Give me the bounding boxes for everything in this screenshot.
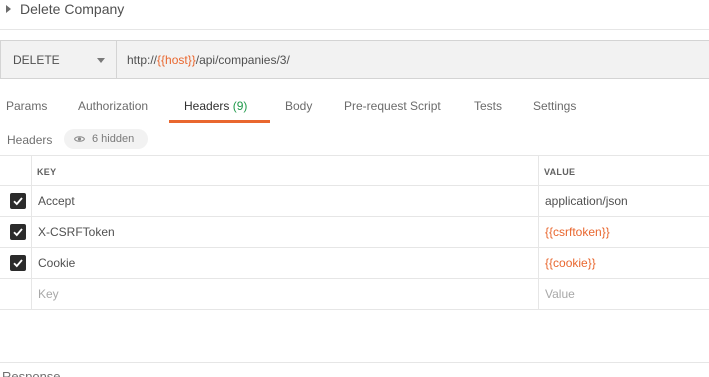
headers-section-label: Headers: [7, 133, 53, 147]
headers-subheader: Headers 6 hidden: [0, 128, 709, 152]
tab-tests[interactable]: Tests: [474, 99, 502, 113]
checkmark-icon: [13, 259, 23, 268]
new-key-input[interactable]: Key: [32, 279, 539, 309]
table-row: Cookie {{cookie}}: [0, 248, 709, 279]
tab-authorization[interactable]: Authorization: [78, 99, 148, 113]
active-tab-indicator: [169, 120, 270, 123]
tab-body[interactable]: Body: [285, 99, 312, 113]
url-prefix: http://: [127, 53, 158, 67]
chevron-down-icon: [97, 58, 105, 63]
request-title-bar: Delete Company: [0, 0, 709, 30]
check-cell: [0, 186, 32, 216]
checkmark-icon: [13, 228, 23, 237]
method-select[interactable]: DELETE: [1, 41, 117, 78]
value-cell[interactable]: application/json: [539, 186, 709, 216]
key-cell[interactable]: Accept: [32, 186, 539, 216]
row-checkbox[interactable]: [10, 224, 26, 240]
header-key: Accept: [38, 194, 75, 208]
table-row-new: Key Value: [0, 279, 709, 310]
tab-pre-request-script[interactable]: Pre-request Script: [344, 99, 441, 113]
url-path: /api/companies/3/: [195, 53, 290, 67]
tab-headers-count: (9): [232, 99, 248, 113]
key-column-header: KEY: [32, 156, 539, 185]
row-checkbox[interactable]: [10, 255, 26, 271]
header-value: {{cookie}}: [545, 256, 596, 270]
table-row: X-CSRFToken {{csrftoken}}: [0, 217, 709, 248]
key-placeholder: Key: [38, 287, 59, 301]
url-input[interactable]: http://{{host}}/api/companies/3/: [127, 53, 290, 67]
check-cell: [0, 248, 32, 278]
value-column-header: VALUE: [539, 156, 709, 185]
tab-settings[interactable]: Settings: [533, 99, 576, 113]
header-key: X-CSRFToken: [38, 225, 115, 239]
check-cell: [0, 279, 32, 309]
header-value: application/json: [545, 194, 628, 208]
key-cell[interactable]: X-CSRFToken: [32, 217, 539, 247]
eye-icon: [74, 136, 85, 142]
table-header-row: KEY VALUE: [0, 155, 709, 186]
value-column-label: VALUE: [544, 167, 576, 177]
request-title[interactable]: Delete Company: [20, 1, 124, 17]
value-placeholder: Value: [545, 287, 575, 301]
checkmark-icon: [13, 197, 23, 206]
tab-params[interactable]: Params: [6, 99, 47, 113]
check-column-header: [0, 156, 32, 185]
table-row: Accept application/json: [0, 186, 709, 217]
check-cell: [0, 217, 32, 247]
value-cell[interactable]: {{csrftoken}}: [539, 217, 709, 247]
header-key: Cookie: [38, 256, 76, 270]
new-value-input[interactable]: Value: [539, 279, 709, 309]
headers-table: KEY VALUE Accept application/json X-CSRF…: [0, 155, 709, 310]
response-divider[interactable]: [0, 362, 709, 363]
value-cell[interactable]: {{cookie}}: [539, 248, 709, 278]
tab-headers-label: Headers: [184, 99, 230, 113]
method-label: DELETE: [13, 53, 60, 67]
hidden-headers-toggle[interactable]: 6 hidden: [64, 129, 148, 149]
caret-right-icon[interactable]: [6, 5, 11, 13]
key-cell[interactable]: Cookie: [32, 248, 539, 278]
row-checkbox[interactable]: [10, 193, 26, 209]
response-label: Response: [2, 369, 61, 377]
header-value: {{csrftoken}}: [545, 225, 610, 239]
hidden-headers-count: 6 hidden: [92, 133, 135, 145]
url-host-variable: {{host}}: [157, 53, 196, 67]
key-column-label: KEY: [37, 167, 57, 177]
request-tabs: Params Authorization Headers (9) Body Pr…: [0, 93, 709, 123]
request-bar: DELETE http://{{host}}/api/companies/3/: [0, 40, 709, 79]
tab-headers[interactable]: Headers (9): [184, 99, 247, 113]
